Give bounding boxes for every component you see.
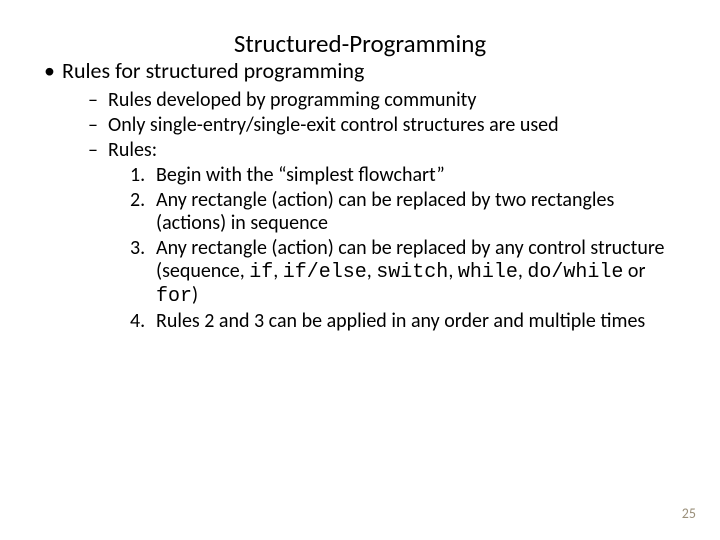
dash-icon: –	[88, 114, 108, 137]
rule-number: 4.	[130, 310, 156, 333]
numbered-rule: 3.Any rectangle (action) can be replaced…	[32, 237, 680, 308]
rule-number: 3.	[130, 237, 156, 260]
rule-text-4: Rules 2 and 3 can be applied in any orde…	[156, 309, 645, 333]
dash-icon: –	[88, 139, 108, 162]
code-dowhile: do/while	[527, 261, 623, 284]
rule-number: 2.	[130, 189, 156, 212]
numbered-rule: 1.Begin with the “simplest flowchart”	[32, 164, 680, 187]
rule-text-3: Any rectangle (action) can be replaced b…	[156, 236, 665, 307]
slide-body: •Rules for structured programming –Rules…	[32, 58, 680, 335]
code-while: while	[458, 261, 518, 284]
slide: Structured-Programming •Rules for struct…	[0, 0, 720, 540]
level2-text-c: Rules:	[108, 138, 157, 162]
rule-text-2: Any rectangle (action) can be replaced b…	[156, 188, 614, 235]
rule-text-1: Begin with the “simplest flowchart”	[156, 163, 445, 187]
numbered-rule: 4.Rules 2 and 3 can be applied in any or…	[32, 310, 680, 333]
bullet-level2: –Only single-entry/single-exit control s…	[32, 114, 680, 137]
bullet-dot: •	[44, 58, 62, 83]
bullet-level2: –Rules developed by programming communit…	[32, 89, 680, 112]
code-ifelse: if/else	[283, 261, 367, 284]
slide-title: Structured-Programming	[0, 28, 720, 59]
bullet-level2: –Rules:	[32, 139, 680, 162]
numbered-rule: 2.Any rectangle (action) can be replaced…	[32, 189, 680, 235]
bullet-level1: •Rules for structured programming	[32, 58, 680, 83]
level1-text: Rules for structured programming	[62, 57, 364, 84]
code-switch: switch	[376, 261, 448, 284]
level2-text-b: Only single-entry/single-exit control st…	[108, 113, 559, 137]
page-number: 25	[682, 505, 696, 522]
level2-text-a: Rules developed by programming community	[108, 88, 476, 112]
rule-number: 1.	[130, 164, 156, 187]
dash-icon: –	[88, 89, 108, 112]
code-for: for	[156, 285, 192, 308]
code-if: if	[249, 261, 273, 284]
